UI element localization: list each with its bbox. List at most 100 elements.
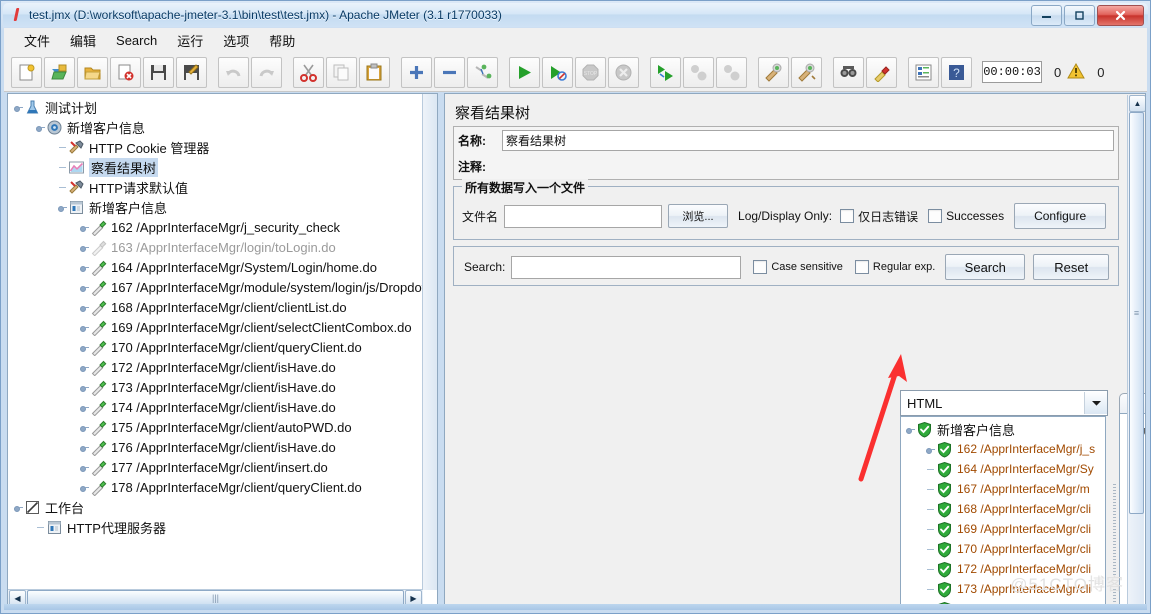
menu-search[interactable]: Search [106, 30, 167, 51]
menu-edit[interactable]: 编辑 [60, 28, 106, 53]
maximize-button[interactable] [1064, 5, 1095, 26]
tree-collapse-handle[interactable] [80, 283, 89, 292]
regex-checkbox[interactable] [854, 260, 869, 274]
browse-button[interactable]: 浏览... [668, 204, 729, 228]
cut-icon[interactable] [293, 56, 324, 88]
tree-collapse-handle[interactable] [80, 223, 89, 232]
test-plan-tree[interactable]: 测试计划 新增客户信息 HTTP Cookie 管理器 察看结果树 HTTP请求默认值新… [8, 94, 423, 590]
errors-only-checkbox[interactable] [840, 209, 855, 223]
right-scroll-thumb[interactable]: ≡ [1129, 112, 1144, 514]
collapse-all-icon[interactable] [434, 56, 465, 88]
tree-node[interactable]: 164 /ApprInterfaceMgr/System/Login/home.… [8, 257, 423, 277]
reset-button[interactable]: Reset [1033, 254, 1110, 280]
chevron-down-icon[interactable] [1084, 392, 1107, 414]
tree-node[interactable]: 176 /ApprInterfaceMgr/client/isHave.do [8, 437, 423, 457]
save-as-icon[interactable] [176, 56, 207, 88]
start-icon[interactable] [509, 56, 540, 88]
result-tree-node[interactable]: 170 /ApprInterfaceMgr/cli [901, 539, 1105, 559]
templates-icon[interactable] [44, 56, 75, 88]
save-icon[interactable] [143, 56, 174, 88]
tree-node[interactable]: 察看结果树 [8, 157, 423, 177]
tree-collapse-handle[interactable] [80, 383, 89, 392]
tree-node[interactable]: 175 /ApprInterfaceMgr/client/autoPWD.do [8, 417, 423, 437]
tree-collapse-handle[interactable] [80, 263, 89, 272]
name-input[interactable]: 察看结果树 [502, 129, 1114, 151]
clear-icon[interactable] [758, 56, 789, 88]
case-sensitive-checkbox[interactable] [753, 260, 768, 274]
new-icon[interactable] [11, 56, 42, 88]
remote-start-all-icon[interactable] [650, 56, 681, 88]
tree-collapse-handle[interactable] [80, 463, 89, 472]
tree-node[interactable]: 168 /ApprInterfaceMgr/client/clientList.… [8, 297, 423, 317]
start-no-pauses-icon[interactable] [542, 56, 573, 88]
tree-node[interactable]: 162 /ApprInterfaceMgr/j_security_check [8, 217, 423, 237]
search-reset-icon[interactable] [866, 56, 897, 88]
tree-node[interactable]: 170 /ApprInterfaceMgr/client/queryClient… [8, 337, 423, 357]
help-icon[interactable]: ? [941, 56, 972, 88]
result-tree-node[interactable]: 162 /ApprInterfaceMgr/j_s [901, 439, 1105, 459]
tree-collapse-handle[interactable] [926, 445, 935, 454]
tree-vertical-scrollbar[interactable] [422, 94, 437, 590]
tree-node[interactable]: HTTP请求默认值 [8, 177, 423, 197]
expand-all-icon[interactable] [401, 56, 432, 88]
tree-node[interactable]: HTTP代理服务器 [8, 517, 423, 537]
successes-checkbox[interactable] [928, 209, 943, 223]
comment-row: 注释: [454, 153, 1118, 179]
tree-expand-handle[interactable] [14, 103, 23, 112]
tree-collapse-handle[interactable] [80, 403, 89, 412]
tree-collapse-handle[interactable] [80, 363, 89, 372]
menu-options[interactable]: 选项 [213, 28, 259, 53]
paste-icon[interactable] [359, 56, 390, 88]
search-input[interactable] [511, 255, 742, 279]
filename-input[interactable] [504, 204, 663, 228]
toggle-icon[interactable] [467, 56, 498, 88]
tree-collapse-handle[interactable] [80, 423, 89, 432]
close-button[interactable] [1097, 5, 1144, 26]
tree-node[interactable]: HTTP Cookie 管理器 [8, 137, 423, 157]
result-tree-node[interactable]: 新增客户信息 [901, 419, 1105, 439]
function-helper-icon[interactable] [908, 56, 939, 88]
warning-icon[interactable] [1067, 62, 1086, 82]
search-button[interactable]: Search [945, 254, 1026, 280]
tree-node[interactable]: 新增客户信息 [8, 117, 423, 137]
result-tree-node[interactable]: 164 /ApprInterfaceMgr/Sy [901, 459, 1105, 479]
tree-node[interactable]: 测试计划 [8, 97, 423, 117]
comment-input[interactable] [502, 156, 1114, 176]
search-icon[interactable] [833, 56, 864, 88]
menu-run[interactable]: 运行 [167, 28, 213, 53]
tree-node[interactable]: 172 /ApprInterfaceMgr/client/isHave.do [8, 357, 423, 377]
tree-collapse-handle[interactable] [80, 323, 89, 332]
menu-file[interactable]: 文件 [14, 28, 60, 53]
right-pane-scrollbar[interactable]: ▲ ≡ [1127, 95, 1145, 605]
tree-node[interactable]: 177 /ApprInterfaceMgr/client/insert.do [8, 457, 423, 477]
tree-node[interactable]: 163 /ApprInterfaceMgr/login/toLogin.do [8, 237, 423, 257]
tree-collapse-handle[interactable] [80, 303, 89, 312]
tree-collapse-handle[interactable] [80, 343, 89, 352]
tree-node[interactable]: 178 /ApprInterfaceMgr/client/queryClient… [8, 477, 423, 497]
tree-collapse-handle[interactable] [80, 443, 89, 452]
tree-node[interactable]: 167 /ApprInterfaceMgr/module/system/logi… [8, 277, 423, 297]
tree-node[interactable]: 174 /ApprInterfaceMgr/client/isHave.do [8, 397, 423, 417]
result-tree-node[interactable]: 169 /ApprInterfaceMgr/cli [901, 519, 1105, 539]
tree-collapse-handle[interactable] [80, 243, 89, 252]
tree-node[interactable]: 173 /ApprInterfaceMgr/client/isHave.do [8, 377, 423, 397]
scroll-up-arrow[interactable]: ▲ [1129, 95, 1145, 112]
result-tree-node-label: 新增客户信息 [937, 422, 1016, 438]
renderer-select[interactable]: HTML [900, 390, 1108, 416]
configure-button[interactable]: Configure [1014, 203, 1107, 229]
tree-collapse-handle[interactable] [80, 483, 89, 492]
open-icon[interactable] [77, 56, 108, 88]
tree-expand-handle[interactable] [58, 203, 67, 212]
tree-node[interactable]: 169 /ApprInterfaceMgr/client/selectClien… [8, 317, 423, 337]
tree-node[interactable]: 工作台 [8, 497, 423, 517]
tree-expand-handle[interactable] [36, 123, 45, 132]
minimize-button[interactable] [1031, 5, 1062, 26]
close-icon[interactable] [110, 56, 141, 88]
result-tree-node[interactable]: 167 /ApprInterfaceMgr/m [901, 479, 1105, 499]
tree-expand-handle[interactable] [14, 503, 23, 512]
tree-node[interactable]: 新增客户信息 [8, 197, 423, 217]
result-tree-node[interactable]: 168 /ApprInterfaceMgr/cli [901, 499, 1105, 519]
tree-expand-handle[interactable] [906, 425, 915, 434]
menu-help[interactable]: 帮助 [259, 28, 305, 53]
clear-all-icon[interactable] [791, 56, 822, 88]
